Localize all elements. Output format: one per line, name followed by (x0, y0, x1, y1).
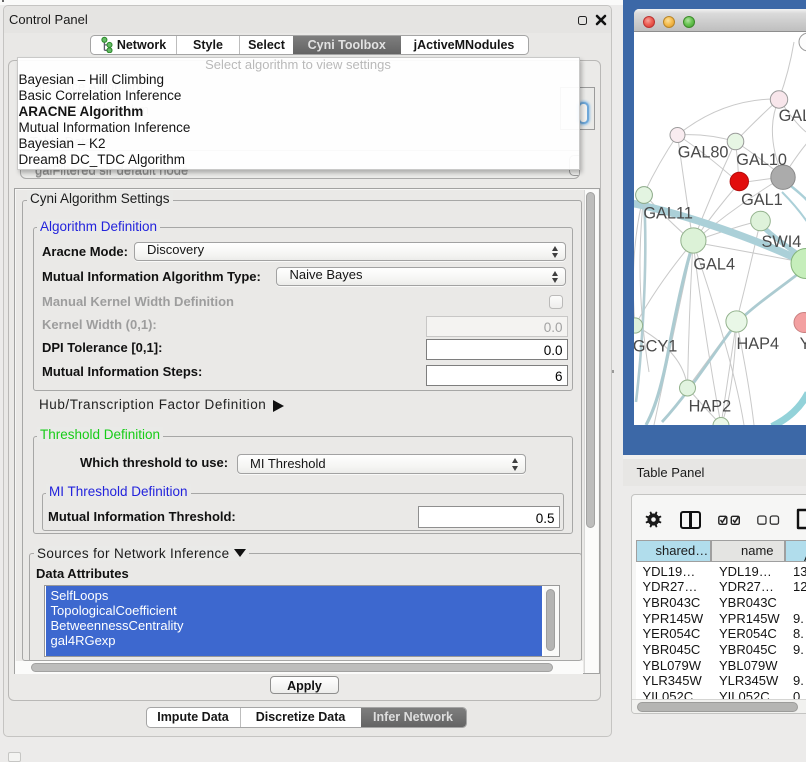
svg-text:HAP4: HAP4 (737, 334, 780, 352)
svg-text:GAL11: GAL11 (643, 204, 692, 222)
svg-text:GAL80: GAL80 (678, 143, 729, 161)
svg-text:SWI4: SWI4 (762, 232, 802, 250)
svg-text:GAL1: GAL1 (741, 190, 783, 208)
svg-text:GAL10: GAL10 (736, 151, 787, 169)
svg-text:GAL4: GAL4 (693, 255, 735, 273)
svg-text:HAP2: HAP2 (689, 397, 732, 415)
svg-text:Y: Y (800, 334, 806, 352)
svg-text:GCY1: GCY1 (634, 337, 677, 355)
svg-text:GAL2: GAL2 (779, 107, 806, 125)
